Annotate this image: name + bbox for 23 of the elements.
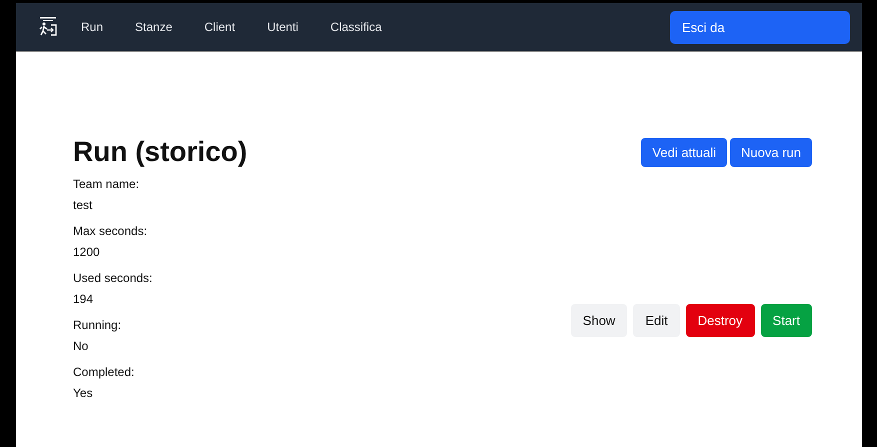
nav-link[interactable]: Client (204, 20, 236, 34)
field-label: Running: (73, 317, 122, 333)
field-value: Yes (73, 385, 94, 401)
nav-link[interactable]: Stanze (135, 20, 172, 34)
field-value: No (73, 338, 90, 354)
nav-link[interactable]: Run (81, 20, 104, 34)
field-value: 194 (73, 291, 94, 307)
logout-button[interactable]: Esci da (670, 10, 850, 44)
field-value: 1200 (73, 244, 101, 260)
action-button[interactable]: Show (570, 304, 628, 337)
exit-logo-icon[interactable] (37, 16, 59, 38)
nav-link[interactable]: Utenti (267, 20, 298, 34)
action-button[interactable]: Edit (633, 304, 680, 337)
header-button[interactable]: Vedi attuali (641, 138, 728, 166)
field-label: Completed: (73, 364, 136, 380)
header-button[interactable]: Nuova run (730, 138, 812, 166)
field-label: Team name: (73, 176, 140, 192)
action-button[interactable]: Destroy (686, 304, 755, 337)
page-title: Run (storico) (73, 136, 248, 168)
field-label: Used seconds: (73, 270, 152, 286)
field-value: test (73, 197, 94, 213)
nav-link[interactable]: Classifica (330, 20, 382, 34)
field-label: Max seconds: (73, 223, 148, 239)
